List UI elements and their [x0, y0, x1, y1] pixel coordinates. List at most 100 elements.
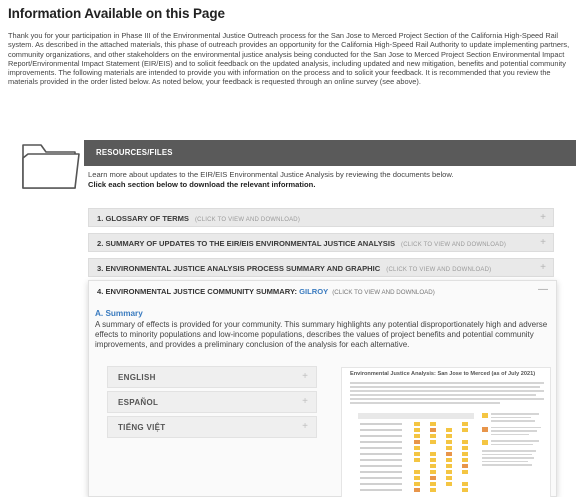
preview-table-cell: [462, 458, 468, 462]
preview-text-line: [350, 402, 500, 404]
preview-text-line: [360, 429, 402, 431]
preview-table-cell: [462, 446, 468, 450]
language-option-espanol[interactable]: ESPAÑOL +: [107, 391, 317, 413]
preview-table-cell: [430, 482, 436, 486]
preview-text-line: [360, 447, 402, 449]
preview-table-cell: [446, 458, 452, 462]
resources-description: Learn more about updates to the EIR/EIS …: [88, 170, 454, 179]
preview-summary-table: [358, 413, 474, 493]
preview-text-line: [350, 386, 540, 388]
preview-table-cell: [430, 464, 436, 468]
legend-swatch: [482, 426, 488, 432]
plus-icon[interactable]: +: [302, 421, 308, 432]
preview-table-cell: [446, 440, 452, 444]
language-option-english[interactable]: ENGLISH +: [107, 366, 317, 388]
preview-text-line: [360, 477, 402, 479]
summary-text: A summary of effects is provided for you…: [95, 320, 548, 349]
preview-text-line: [491, 430, 537, 432]
preview-table-header: [358, 413, 474, 419]
preview-table-cell: [446, 476, 452, 480]
folder-icon: [22, 144, 80, 189]
preview-table-cell: [446, 446, 452, 450]
preview-table-cell: [462, 440, 468, 444]
preview-table-cell: [446, 470, 452, 474]
accordion-item-label: 1. GLOSSARY OF TERMS: [97, 214, 189, 223]
language-label: TIẾNG VIỆT: [118, 423, 166, 432]
legend-swatch: [482, 413, 488, 418]
legend-swatch: [482, 440, 488, 445]
resources-header-bar: RESOURCES/FILES: [84, 140, 576, 166]
preview-table-cell: [462, 470, 468, 474]
preview-text-line: [360, 459, 402, 461]
preview-text-line: [491, 433, 529, 435]
preview-legend: [482, 413, 544, 466]
preview-table-cell: [462, 428, 468, 432]
preview-text-line: [350, 398, 544, 400]
summary-title: A. Summary: [95, 309, 143, 318]
preview-table-cell: [430, 422, 436, 426]
plus-icon[interactable]: +: [302, 371, 308, 382]
preview-text-line: [360, 423, 402, 425]
preview-table-cell: [414, 434, 420, 438]
preview-table-cell: [430, 428, 436, 432]
preview-text-line: [482, 457, 534, 459]
preview-table-cell: [414, 440, 420, 444]
preview-text-line: [482, 464, 532, 466]
accordion-item-process-summary[interactable]: 3. ENVIRONMENTAL JUSTICE ANALYSIS PROCES…: [88, 258, 554, 277]
preview-text-line: [491, 420, 535, 422]
accordion-item-label: 4. ENVIRONMENTAL JUSTICE COMMUNITY SUMMA…: [97, 287, 300, 296]
accordion-item-community-summary: 4. ENVIRONMENTAL JUSTICE COMMUNITY SUMMA…: [88, 280, 557, 497]
accordion-item-glossary[interactable]: 1. GLOSSARY OF TERMS (CLICK TO VIEW AND D…: [88, 208, 554, 227]
preview-table-cell: [462, 482, 468, 486]
preview-table-cell: [414, 482, 420, 486]
preview-text-line: [491, 413, 539, 415]
accordion-item-hint: (CLICK TO VIEW AND DOWNLOAD): [401, 242, 507, 248]
preview-table-cell: [414, 422, 420, 426]
language-option-vietnamese[interactable]: TIẾNG VIỆT +: [107, 416, 317, 438]
preview-table-cell: [446, 428, 452, 432]
accordion-item-hint: (CLICK TO VIEW AND DOWNLOAD): [194, 217, 301, 223]
accordion-item-summary-of-updates[interactable]: 2. SUMMARY OF UPDATES TO THE EIR/EIS ENV…: [88, 233, 554, 252]
preview-table-cell: [462, 422, 468, 426]
language-label: ENGLISH: [118, 373, 156, 382]
preview-text-line: [350, 394, 536, 396]
community-name: GILROY: [299, 287, 329, 296]
accordion-item-header[interactable]: 4. ENVIRONMENTAL JUSTICE COMMUNITY SUMMA…: [97, 287, 435, 296]
preview-text-line: [360, 453, 402, 455]
preview-table-cell: [446, 482, 452, 486]
preview-table-cell: [446, 464, 452, 468]
preview-table-rows: [358, 421, 474, 493]
preview-table-cell: [414, 488, 420, 492]
preview-table-cell: [414, 428, 420, 432]
accordion-item-label: 3. ENVIRONMENTAL JUSTICE ANALYSIS PROCES…: [97, 264, 381, 273]
preview-table-cell: [414, 476, 420, 480]
preview-table-cell: [414, 458, 420, 462]
plus-icon[interactable]: +: [302, 396, 308, 407]
preview-text-line: [491, 440, 539, 442]
preview-text-line: [491, 416, 531, 418]
minus-icon[interactable]: —: [538, 284, 548, 295]
preview-table-cell: [446, 452, 452, 456]
page-title: Information Available on this Page: [8, 6, 225, 21]
preview-table-cell: [430, 452, 436, 456]
plus-icon[interactable]: +: [540, 237, 546, 248]
preview-text-line: [350, 390, 544, 392]
preview-text-line: [360, 489, 402, 491]
preview-text-line: [482, 450, 536, 452]
preview-table-row: [358, 487, 474, 493]
preview-text-line: [360, 441, 402, 443]
preview-text-line: [491, 426, 541, 428]
plus-icon[interactable]: +: [540, 262, 546, 273]
preview-text-line: [360, 483, 402, 485]
preview-table-cell: [430, 434, 436, 438]
language-label: ESPAÑOL: [118, 398, 159, 407]
preview-table-cell: [430, 470, 436, 474]
plus-icon[interactable]: +: [540, 212, 546, 223]
preview-text-line: [491, 443, 533, 445]
preview-table-cell: [462, 464, 468, 468]
preview-table-cell: [462, 488, 468, 492]
document-preview-thumbnail[interactable]: Environmental Justice Analysis: San Jose…: [341, 367, 551, 497]
preview-text-line: [360, 465, 402, 467]
preview-table-cell: [414, 452, 420, 456]
preview-table-cell: [462, 452, 468, 456]
